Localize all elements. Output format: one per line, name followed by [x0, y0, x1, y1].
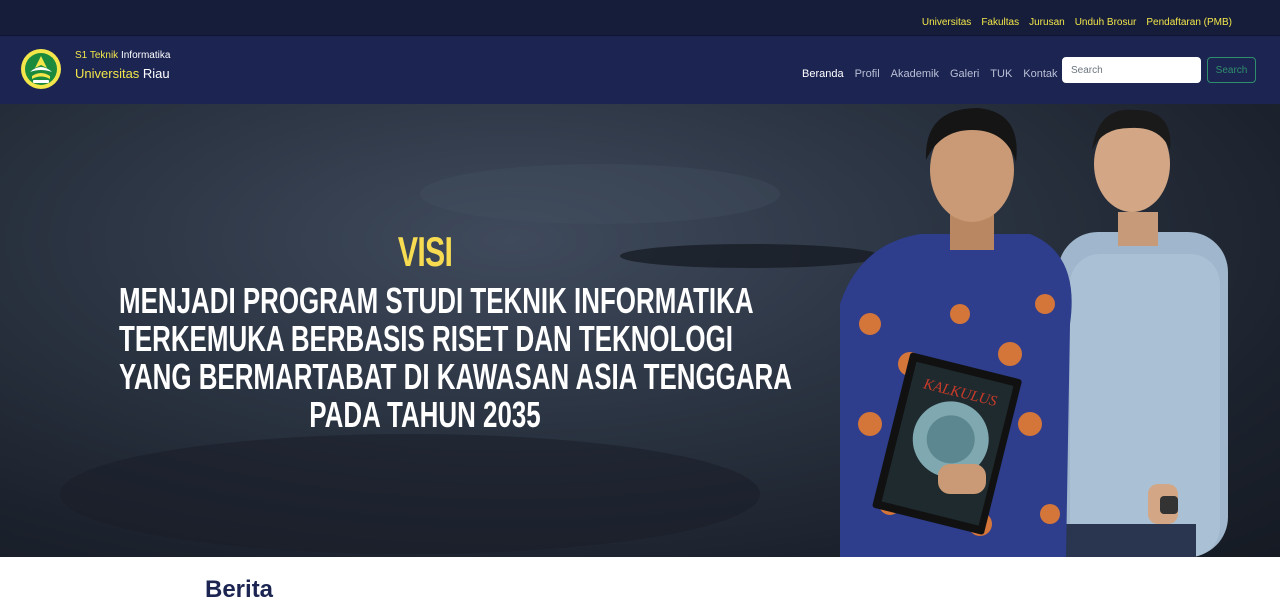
search-button[interactable]: Search: [1207, 57, 1256, 83]
hero-cloud: [60, 434, 760, 554]
top-link-jurusan[interactable]: Jurusan: [1029, 17, 1065, 28]
top-links: Universitas Fakultas Jurusan Unduh Brosu…: [922, 12, 1232, 30]
top-link-unduh-brosur[interactable]: Unduh Brosur: [1075, 17, 1137, 28]
brand-program: S1 Teknik Informatika: [75, 50, 171, 61]
top-link-universitas[interactable]: Universitas: [922, 17, 971, 28]
nav-item-beranda[interactable]: Beranda: [802, 68, 844, 80]
nav-item-profil[interactable]: Profil: [855, 68, 880, 80]
visi-line: PADA TAHUN 2035: [309, 394, 541, 435]
visi-line: YANG BERMARTABAT DI KAWASAN ASIA TENGGAR…: [119, 356, 792, 397]
search-input[interactable]: [1062, 57, 1201, 83]
main-nav: Beranda Profil Akademik Galeri TUK Konta…: [802, 64, 1058, 82]
nav-item-kontak[interactable]: Kontak: [1023, 68, 1057, 80]
nav-item-tuk[interactable]: TUK: [990, 68, 1012, 80]
universitas-riau-logo-icon[interactable]: [20, 48, 62, 90]
top-utility-bar: Universitas Fakultas Jurusan Unduh Brosu…: [0, 0, 1280, 36]
hero-banner: VISI MENJADI PROGRAM STUDI TEKNIK INFORM…: [0, 104, 1280, 557]
visi-statement: MENJADI PROGRAM STUDI TEKNIK INFORMATIKA…: [0, 282, 850, 434]
brand-university: Universitas Riau: [75, 66, 170, 81]
student-right: [1058, 109, 1228, 557]
visi-heading: VISI: [397, 228, 453, 275]
main-navbar: S1 Teknik Informatika Universitas Riau B…: [0, 36, 1280, 104]
top-link-fakultas[interactable]: Fakultas: [981, 17, 1019, 28]
top-link-pendaftaran[interactable]: Pendaftaran (PMB): [1146, 17, 1232, 28]
nav-item-galeri[interactable]: Galeri: [950, 68, 979, 80]
student-left: KALKULUS: [840, 108, 1072, 557]
visi-line: TERKEMUKA BERBASIS RISET DAN TEKNOLOGI: [119, 318, 733, 359]
nav-item-akademik[interactable]: Akademik: [891, 68, 939, 80]
hero-cloud: [420, 164, 780, 224]
students-photo: KALKULUS: [840, 108, 1228, 557]
section-title-berita: Berita: [205, 576, 274, 603]
brand[interactable]: S1 Teknik Informatika Universitas Riau: [75, 50, 170, 81]
visi-line: MENJADI PROGRAM STUDI TEKNIK INFORMATIKA: [119, 280, 754, 321]
